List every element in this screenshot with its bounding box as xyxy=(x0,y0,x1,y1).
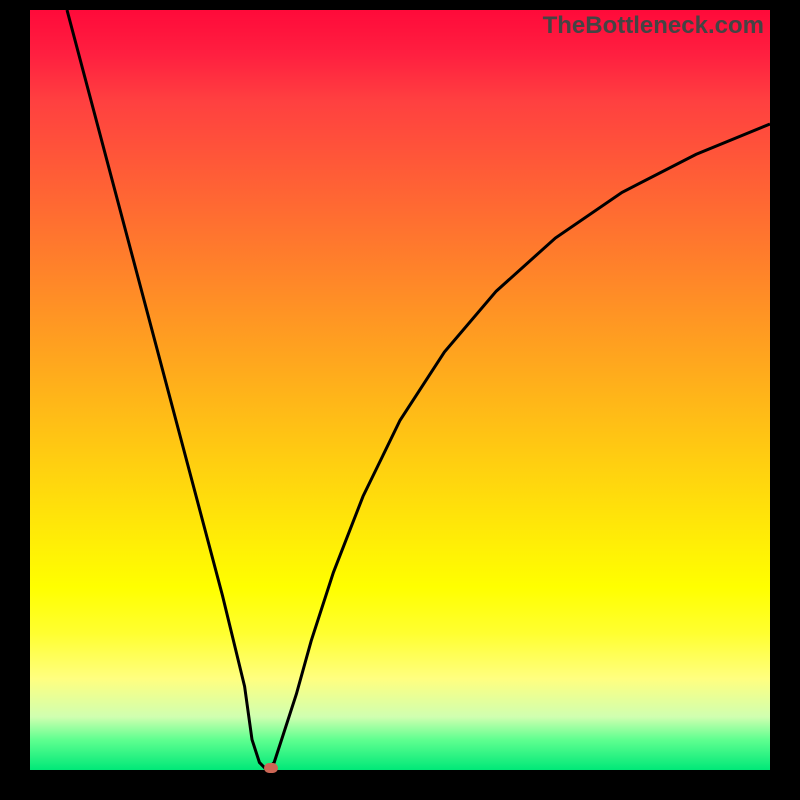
chart-container: TheBottleneck.com xyxy=(0,0,800,800)
bottleneck-curve xyxy=(30,10,770,770)
watermark-text: TheBottleneck.com xyxy=(543,12,764,40)
optimum-marker xyxy=(264,763,278,773)
plot-area: TheBottleneck.com xyxy=(30,10,770,770)
curve-path xyxy=(67,10,770,770)
